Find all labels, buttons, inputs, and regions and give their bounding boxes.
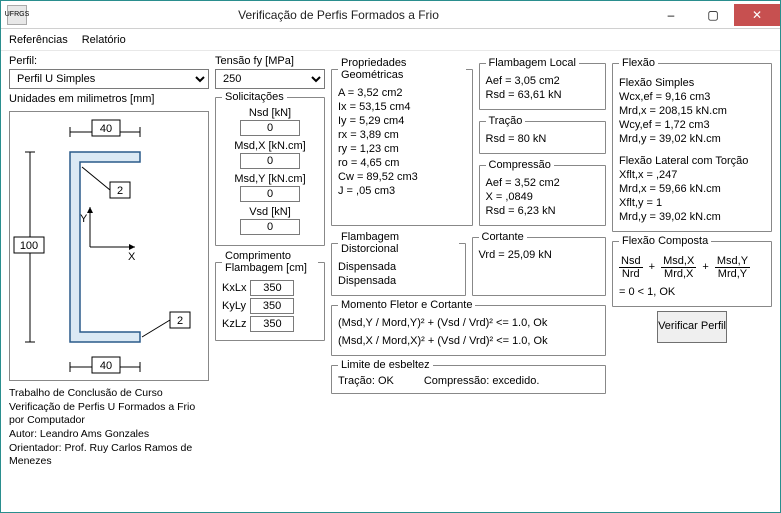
- fdist-l2: Dispensada: [338, 275, 459, 287]
- flexao-composta-group: Flexão Composta NsdNrd + Msd,XMrd,X + Ms…: [612, 235, 772, 307]
- vsd-label: Vsd [kN]: [222, 206, 318, 218]
- cort-vrd: Vrd = 25,09 kN: [479, 249, 600, 261]
- flexao-wcy: Wcy,ef = 1,72 cm3: [619, 119, 765, 131]
- axis-y: Y: [80, 213, 88, 225]
- flexao-group: Flexão Flexão Simples Wcx,ef = 9,16 cm3 …: [612, 57, 772, 232]
- comp-rsd: Rsd = 6,23 kN: [486, 205, 600, 217]
- nsd-input[interactable]: [240, 120, 300, 136]
- comp-x: X = ,0849: [486, 191, 600, 203]
- nsd-label: Nsd [kN]: [222, 107, 318, 119]
- flocal-rsd: Rsd = 63,61 kN: [486, 89, 600, 101]
- momento-l1: (Msd,Y / Mord,Y)² + (Vsd / Vrd)² <= 1.0,…: [338, 317, 599, 329]
- esbeltez-compressao: Compressão: excedido.: [424, 375, 540, 387]
- msdx-input[interactable]: [240, 153, 300, 169]
- unidades-label: Unidades em milimetros [mm]: [9, 93, 209, 105]
- axis-x: X: [128, 251, 136, 263]
- comprimento-flambagem-group: Comprimento Flambagem [cm] KxLx KyLy KzL…: [215, 250, 325, 341]
- menu-relatorio[interactable]: Relatório: [82, 34, 126, 46]
- dim-t2: 2: [177, 315, 183, 327]
- geom-rx: rx = 3,89 cm: [338, 129, 466, 141]
- maximize-button[interactable]: ▢: [692, 4, 734, 26]
- geom-ix: Ix = 53,15 cm4: [338, 101, 466, 113]
- flexao-simples-heading: Flexão Simples: [619, 77, 765, 89]
- kxlx-label: KxLx: [222, 282, 246, 294]
- geom-j: J = ,05 cm3: [338, 185, 466, 197]
- minimize-button[interactable]: –: [650, 4, 692, 26]
- flexao-wcx: Wcx,ef = 9,16 cm3: [619, 91, 765, 103]
- geom-ry: ry = 1,23 cm: [338, 143, 466, 155]
- kyly-input[interactable]: [250, 298, 294, 314]
- msdy-input[interactable]: [240, 186, 300, 202]
- window-title: Verificação de Perfis Formados a Frio: [27, 8, 650, 22]
- menu-referencias[interactable]: Referências: [9, 34, 68, 46]
- credits: Trabalho de Conclusão de Curso Verificaç…: [9, 387, 209, 469]
- msdx-label: Msd,X [kN.cm]: [222, 140, 318, 152]
- perfil-label: Perfil:: [9, 55, 209, 67]
- fdist-l1: Dispensada: [338, 261, 459, 273]
- limite-esbeltez-group: Limite de esbeltez Tração: OK Compressão…: [331, 359, 606, 394]
- compressao-group: Compressão Aef = 3,52 cm2 X = ,0849 Rsd …: [479, 159, 607, 226]
- comp-aef: Aef = 3,52 cm2: [486, 177, 600, 189]
- flexao-mrdy: Mrd,y = 39,02 kN.cm: [619, 133, 765, 145]
- momento-l2: (Msd,X / Mord,X)² + (Vsd / Vrd)² <= 1.0,…: [338, 335, 599, 347]
- flexao-composta-result: = 0 < 1, OK: [619, 286, 765, 298]
- flexao-lateral-heading: Flexão Lateral com Torção: [619, 155, 765, 167]
- flocal-aef: Aef = 3,05 cm2: [486, 75, 600, 87]
- tracao-rsd: Rsd = 80 kN: [486, 133, 600, 145]
- kxlx-input[interactable]: [250, 280, 294, 296]
- geom-cw: Cw = 89,52 cm3: [338, 171, 466, 183]
- propriedades-geometricas-group: Propriedades Geométricas A = 3,52 cm2 Ix…: [331, 57, 473, 226]
- flexao-xfltx: Xflt,x = ,247: [619, 169, 765, 181]
- dim-top: 40: [100, 123, 112, 135]
- momento-fletor-cortante-group: Momento Fletor e Cortante (Msd,Y / Mord,…: [331, 299, 606, 356]
- geom-iy: Iy = 5,29 cm4: [338, 115, 466, 127]
- cortante-group: Cortante Vrd = 25,09 kN: [472, 231, 607, 296]
- dim-bottom: 40: [100, 360, 112, 372]
- tensao-label: Tensão fy [MPa]: [215, 55, 325, 67]
- dim-t1: 2: [117, 185, 123, 197]
- tracao-group: Tração Rsd = 80 kN: [479, 115, 607, 154]
- profile-diagram: 40 40 100 2: [9, 111, 209, 381]
- geom-a: A = 3,52 cm2: [338, 87, 466, 99]
- flambagem-distorcional-group: Flambagem Distorcional Dispensada Dispen…: [331, 231, 466, 296]
- esbeltez-tracao: Tração: OK: [338, 375, 394, 387]
- kzlz-label: KzLz: [222, 318, 246, 330]
- flambagem-local-group: Flambagem Local Aef = 3,05 cm2 Rsd = 63,…: [479, 57, 607, 110]
- app-icon: UFRGS: [7, 5, 27, 25]
- solicitacoes-group: Solicitações Nsd [kN] Msd,X [kN.cm] Msd,…: [215, 91, 325, 246]
- flexao-xflty: Xflt,y = 1: [619, 197, 765, 209]
- menubar: Referências Relatório: [1, 29, 780, 51]
- kzlz-input[interactable]: [250, 316, 294, 332]
- tensao-select[interactable]: 250: [215, 69, 325, 89]
- vsd-input[interactable]: [240, 219, 300, 235]
- perfil-select[interactable]: Perfil U Simples: [9, 69, 209, 89]
- flexao-mrdy2: Mrd,y = 39,02 kN.cm: [619, 211, 765, 223]
- kyly-label: KyLy: [222, 300, 246, 312]
- geom-ro: ro = 4,65 cm: [338, 157, 466, 169]
- flexao-mrdx: Mrd,x = 208,15 kN.cm: [619, 105, 765, 117]
- close-button[interactable]: ✕: [734, 4, 780, 26]
- titlebar: UFRGS Verificação de Perfis Formados a F…: [1, 1, 780, 29]
- msdy-label: Msd,Y [kN.cm]: [222, 173, 318, 185]
- flexao-mrdx2: Mrd,x = 59,66 kN.cm: [619, 183, 765, 195]
- verificar-perfil-button[interactable]: Verificar Perfil: [657, 311, 727, 343]
- dim-depth: 100: [20, 240, 38, 252]
